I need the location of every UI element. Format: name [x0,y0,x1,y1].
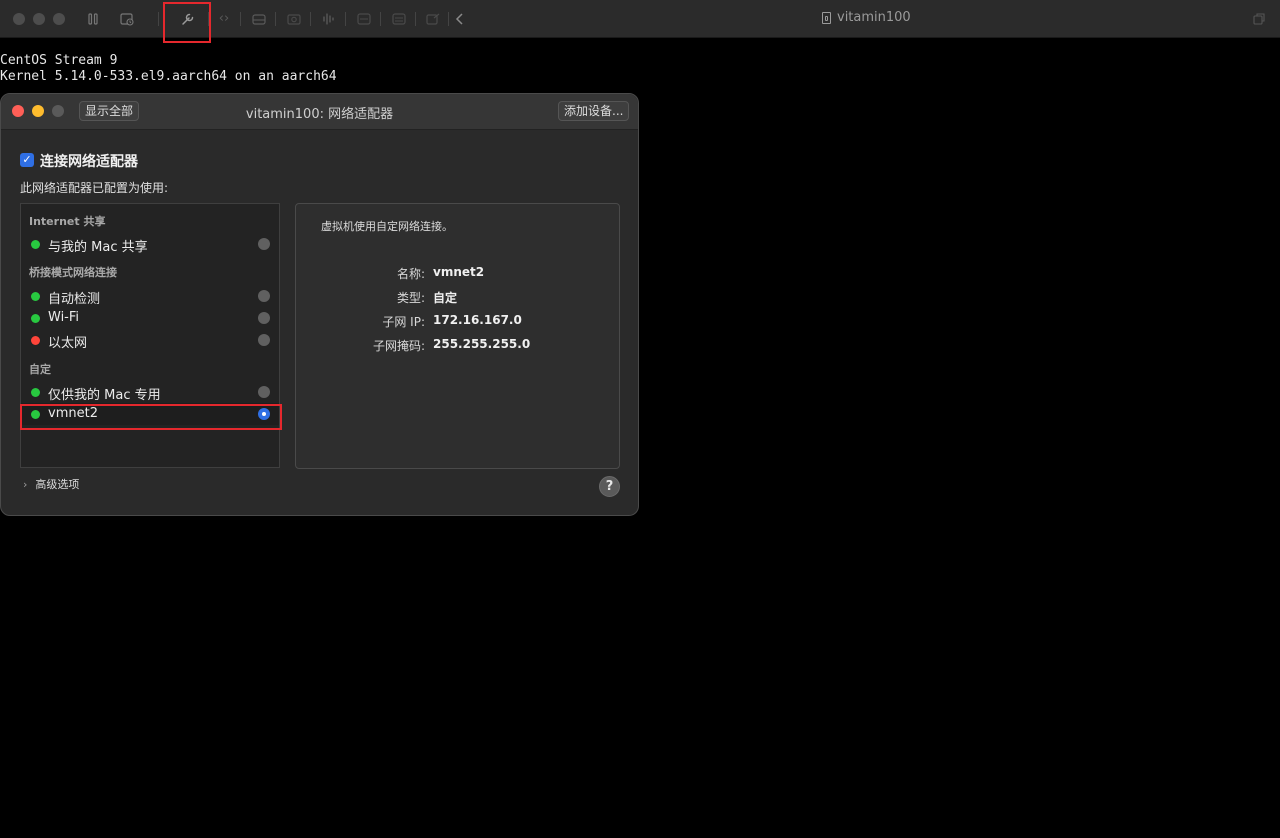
detail-row-subnet-mask: 子网掩码: 255.255.255.0 [296,337,621,355]
detail-description: 虚拟机使用自定网络连接。 [321,220,453,233]
share-icon[interactable] [425,11,441,27]
radio-button[interactable] [258,334,270,346]
status-dot-green [31,314,40,323]
toolbar-divider [240,12,241,26]
radio-button[interactable] [258,238,270,250]
detail-key: 类型: [396,291,425,305]
add-device-button[interactable]: 添加设备... [558,101,630,121]
connect-adapter-label: 连接网络适配器 [40,154,138,170]
group-header-custom: 自定 [29,363,51,376]
connect-adapter-checkbox[interactable]: ✓ [20,153,34,167]
snapshot-icon[interactable] [119,11,135,27]
configured-for-label: 此网络适配器已配置为使用: [20,181,169,195]
window-title-text: vitamin100 [837,10,911,25]
detail-row-subnet-ip: 子网 IP: 172.16.167.0 [296,313,621,331]
highlight-box-vmnet2 [20,404,282,430]
advanced-options-disclosure[interactable]: › 高级选项 [23,476,79,492]
radio-button[interactable] [258,312,270,324]
back-icon[interactable] [452,11,468,27]
detail-value: 172.16.167.0 [433,313,522,327]
status-dot-green [31,388,40,397]
list-item-label: 自动检测 [48,292,101,307]
detail-row-type: 类型: 自定 [296,289,621,307]
drive-icon[interactable] [251,11,267,27]
list-item-label: Wi-Fi [48,310,80,325]
console-line: Kernel 5.14.0-533.el9.aarch64 on an aarc… [0,69,337,84]
list-item-label: 与我的 Mac 共享 [48,240,148,255]
detail-value: vmnet2 [433,265,485,279]
list-item-ethernet[interactable]: 以太网 [21,329,279,351]
chevron-right-icon: › [23,477,28,491]
detail-key: 子网掩码: [372,339,425,353]
help-button[interactable]: ? [599,476,620,497]
toolbar-divider [345,12,346,26]
close-window-button[interactable] [13,13,25,25]
console-line: CentOS Stream 9 [0,53,118,68]
toolbar-divider [415,12,416,26]
detail-key: 子网 IP: [382,315,425,329]
list-item-label: 以太网 [48,336,88,351]
dialog-titlebar: 显示全部 vitamin100: 网络适配器 添加设备... [1,94,638,130]
minimize-window-button[interactable] [33,13,45,25]
console-output: CentOS Stream 9 Kernel 5.14.0-533.el9.aar… [0,53,337,85]
toolbar-divider [380,12,381,26]
document-icon [822,11,831,24]
printer-icon[interactable] [391,11,407,27]
window-title: vitamin100 [822,10,911,25]
toolbar-divider [310,12,311,26]
status-dot-green [31,240,40,249]
audio-icon[interactable] [320,11,336,27]
detail-value: 255.255.255.0 [433,337,531,351]
list-item-wifi[interactable]: Wi-Fi [21,307,279,329]
list-item-private-to-mac[interactable]: 仅供我的 Mac 专用 [21,381,279,403]
list-item-autodetect[interactable]: 自动检测 [21,285,279,307]
dialog-title: vitamin100: 网络适配器 [245,107,394,122]
list-item-label: 仅供我的 Mac 专用 [48,388,161,403]
usb-icon[interactable] [356,11,372,27]
radio-button[interactable] [258,386,270,398]
code-icon[interactable]: ‹› [216,11,232,27]
pause-icon[interactable] [85,11,101,27]
status-dot-red [31,336,40,345]
highlight-box-wrench [163,2,211,43]
list-item-share-with-mac[interactable]: 与我的 Mac 共享 [21,233,279,255]
toolbar-divider [158,12,159,26]
group-header-bridged: 桥接模式网络连接 [29,266,117,279]
detail-row-name: 名称: vmnet2 [296,265,621,283]
fullscreen-icon[interactable] [1251,11,1267,27]
status-dot-green [31,292,40,301]
network-adapter-dialog: 显示全部 vitamin100: 网络适配器 添加设备... ✓ 连接网络适配器… [0,93,639,516]
zoom-window-button[interactable] [53,13,65,25]
network-detail-pane: 虚拟机使用自定网络连接。 名称: vmnet2 类型: 自定 子网 IP: 17… [295,203,620,469]
radio-button[interactable] [258,290,270,302]
camera-icon[interactable] [286,11,302,27]
group-header-internet-sharing: Internet 共享 [29,215,106,228]
toolbar-divider [448,12,449,26]
advanced-options-label: 高级选项 [35,478,80,491]
detail-key: 名称: [396,267,425,281]
toolbar-divider [275,12,276,26]
detail-value: 自定 [433,291,458,305]
